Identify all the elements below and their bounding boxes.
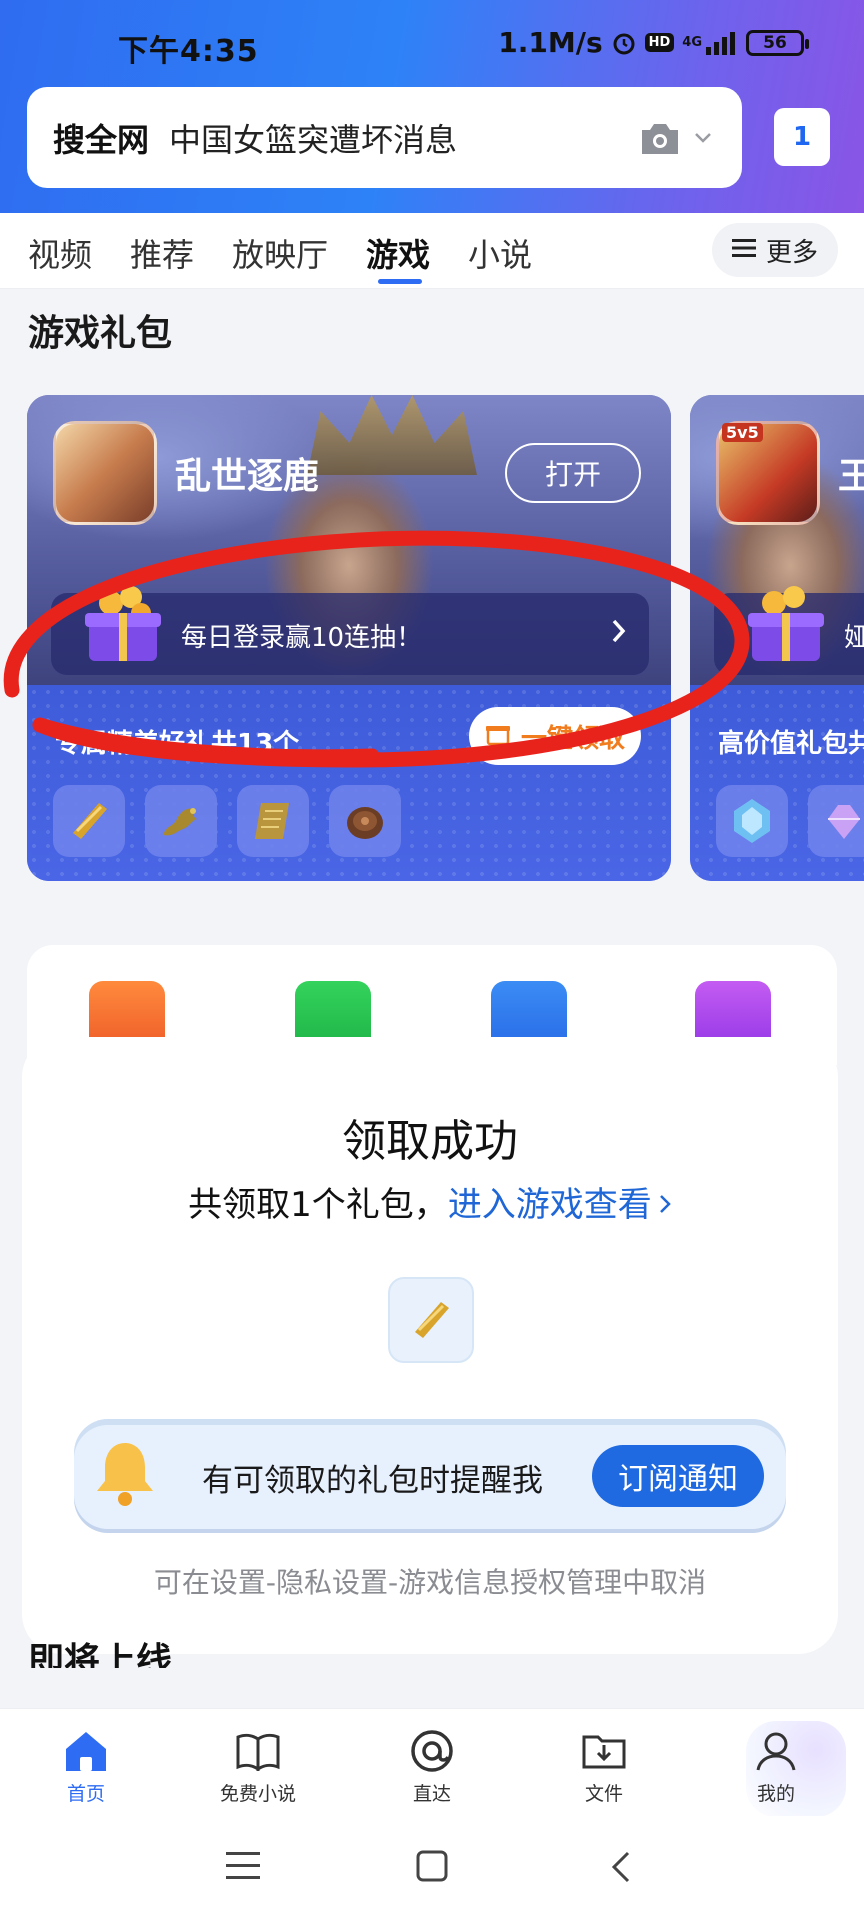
tab-recommend[interactable]: 推荐 (130, 230, 194, 276)
status-time: 下午4:35 (118, 34, 259, 69)
category-tabs: 视频 推荐 放映厅 游戏 小说 更多 (0, 213, 864, 289)
daily-login-text: 每日登录赢10连抽！ (181, 623, 423, 653)
camera-icon[interactable] (638, 120, 682, 160)
folder-download-icon (544, 1727, 664, 1775)
tab-games[interactable]: 游戏 (366, 230, 430, 276)
gift-scroll-icon (415, 1302, 449, 1338)
gift-items-2 (716, 785, 864, 857)
notify-text: 有可领取的礼包时提醒我 (202, 1463, 543, 1499)
tab-video[interactable]: 视频 (28, 230, 92, 276)
nav-free-novels[interactable]: 免费小说 (198, 1727, 318, 1806)
gift-count-label-2: 高价值礼包共 (718, 729, 864, 759)
gift-crystal-icon (716, 785, 788, 857)
gift-dragon-icon (145, 785, 217, 857)
recents-icon[interactable] (226, 1850, 260, 1886)
gift-feature-icon[interactable] (89, 981, 165, 1041)
network-speed: 1.1M/s (498, 26, 603, 59)
nav-files[interactable]: 文件 (544, 1727, 664, 1806)
gift-scroll-icon (53, 785, 125, 857)
claim-all-button[interactable]: 一键领取 (469, 707, 641, 765)
nav-free-novels-label: 免费小说 (219, 1783, 296, 1805)
at-icon (372, 1727, 492, 1775)
nav-me[interactable]: 我的 (716, 1727, 836, 1806)
tab-count-button[interactable]: 1 (774, 108, 830, 166)
bell-icon (92, 1437, 158, 1513)
gift-box-icon-2 (744, 579, 828, 673)
next-section-title: 即将上线 (28, 1641, 173, 1668)
status-bar: 下午4:35 1.1M/s HD 4G 56 (0, 0, 864, 90)
chevron-right-icon[interactable] (658, 1185, 672, 1225)
claim-all-label: 一键领取 (520, 723, 625, 754)
alarm-icon (611, 30, 637, 56)
more-label: 更多 (765, 237, 818, 268)
nav-home[interactable]: 首页 (26, 1727, 146, 1806)
power-feature-icon[interactable] (695, 981, 771, 1041)
back-icon[interactable] (610, 1850, 632, 1888)
subscribe-button[interactable]: 订阅通知 (592, 1445, 764, 1507)
book-icon (198, 1727, 318, 1775)
more-button[interactable]: 更多 (712, 223, 838, 277)
avatar-tag: 5v5 (722, 423, 763, 442)
game-gift-card[interactable]: 乱世逐鹿 打开 每日登录赢10连抽！ 专属精美好礼共13个 一键领取 (27, 395, 671, 881)
gift-book-icon (237, 785, 309, 857)
header-background: 下午4:35 1.1M/s HD 4G 56 搜全网 中国女篮突遭坏消息 1 (0, 0, 864, 213)
daily-login-banner[interactable]: 每日登录赢10连抽！ (51, 586, 649, 675)
battery-level: 56 (763, 32, 787, 53)
section-title: 游戏礼包 (28, 313, 173, 354)
nav-home-label: 首页 (66, 1783, 105, 1805)
nav-direct[interactable]: 直达 (372, 1727, 492, 1806)
game-name-2: 王 (838, 456, 864, 497)
search-bar[interactable]: 搜全网 中国女篮突遭坏消息 (27, 87, 742, 188)
nav-direct-label: 直达 (412, 1783, 451, 1805)
open-game-button[interactable]: 打开 (505, 443, 641, 503)
tab-novels[interactable]: 小说 (468, 230, 532, 276)
menu-icon (731, 235, 756, 265)
enter-game-link[interactable]: 进入游戏查看 (448, 1185, 652, 1225)
dialog-sub-prefix: 共领取1个礼包， (188, 1185, 448, 1225)
gift-count-label: 专属精美好礼共13个 (55, 729, 300, 759)
nav-me-label: 我的 (756, 1783, 795, 1805)
daily-login-banner-2[interactable]: 娅 (714, 586, 864, 675)
gift-box-icon (81, 579, 165, 673)
home-icon (26, 1727, 146, 1775)
gift-coin-icon (329, 785, 401, 857)
gift-items (53, 785, 401, 857)
dialog-title: 领取成功 (342, 1116, 518, 1167)
dialog-footnote: 可在设置-隐私设置-游戏信息授权管理中取消 (153, 1566, 707, 1599)
prize-item (388, 1277, 474, 1363)
system-nav-bar (0, 1816, 864, 1920)
signal-icon: 4G (682, 31, 738, 55)
hd-icon: HD (644, 33, 675, 52)
game-avatar (53, 421, 157, 525)
crown-art (307, 395, 477, 475)
home-button-icon[interactable] (416, 1850, 448, 1886)
search-scope[interactable]: 搜全网 (53, 115, 149, 161)
gift-icon (485, 720, 511, 753)
box-feature-icon[interactable] (295, 981, 371, 1041)
chevron-down-icon[interactable] (694, 129, 712, 148)
nav-files-label: 文件 (584, 1783, 623, 1805)
gift-gem-icon (808, 785, 864, 857)
game-name: 乱世逐鹿 (175, 456, 320, 497)
gift-strip-2: 高价值礼包共 (690, 685, 864, 881)
daily-login-text-2: 娅 (844, 623, 864, 653)
status-indicators: 1.1M/s HD 4G 56 (498, 26, 809, 59)
chevron-right-icon (611, 617, 627, 649)
game-feature-icon[interactable] (491, 981, 567, 1041)
active-tab-indicator (378, 279, 422, 284)
game-gift-card-2[interactable]: 5v5 王 娅 高价值礼包共 (690, 395, 864, 881)
user-icon (716, 1727, 836, 1775)
bottom-nav: 首页 免费小说 直达 文件 我的 (0, 1708, 864, 1817)
gift-strip: 专属精美好礼共13个 一键领取 (27, 685, 671, 881)
search-query[interactable]: 中国女篮突遭坏消息 (169, 115, 457, 161)
notify-bar: 有可领取的礼包时提醒我 订阅通知 (74, 1419, 786, 1529)
tab-theater[interactable]: 放映厅 (232, 230, 328, 276)
network-type: 4G (682, 35, 702, 50)
success-dialog: 领取成功 共领取1个礼包，进入游戏查看 有可领取的礼包时提醒我 订阅通知 可在设… (22, 1037, 838, 1654)
dialog-subtitle: 共领取1个礼包，进入游戏查看 (22, 1177, 838, 1226)
battery-icon: 56 (746, 29, 809, 56)
